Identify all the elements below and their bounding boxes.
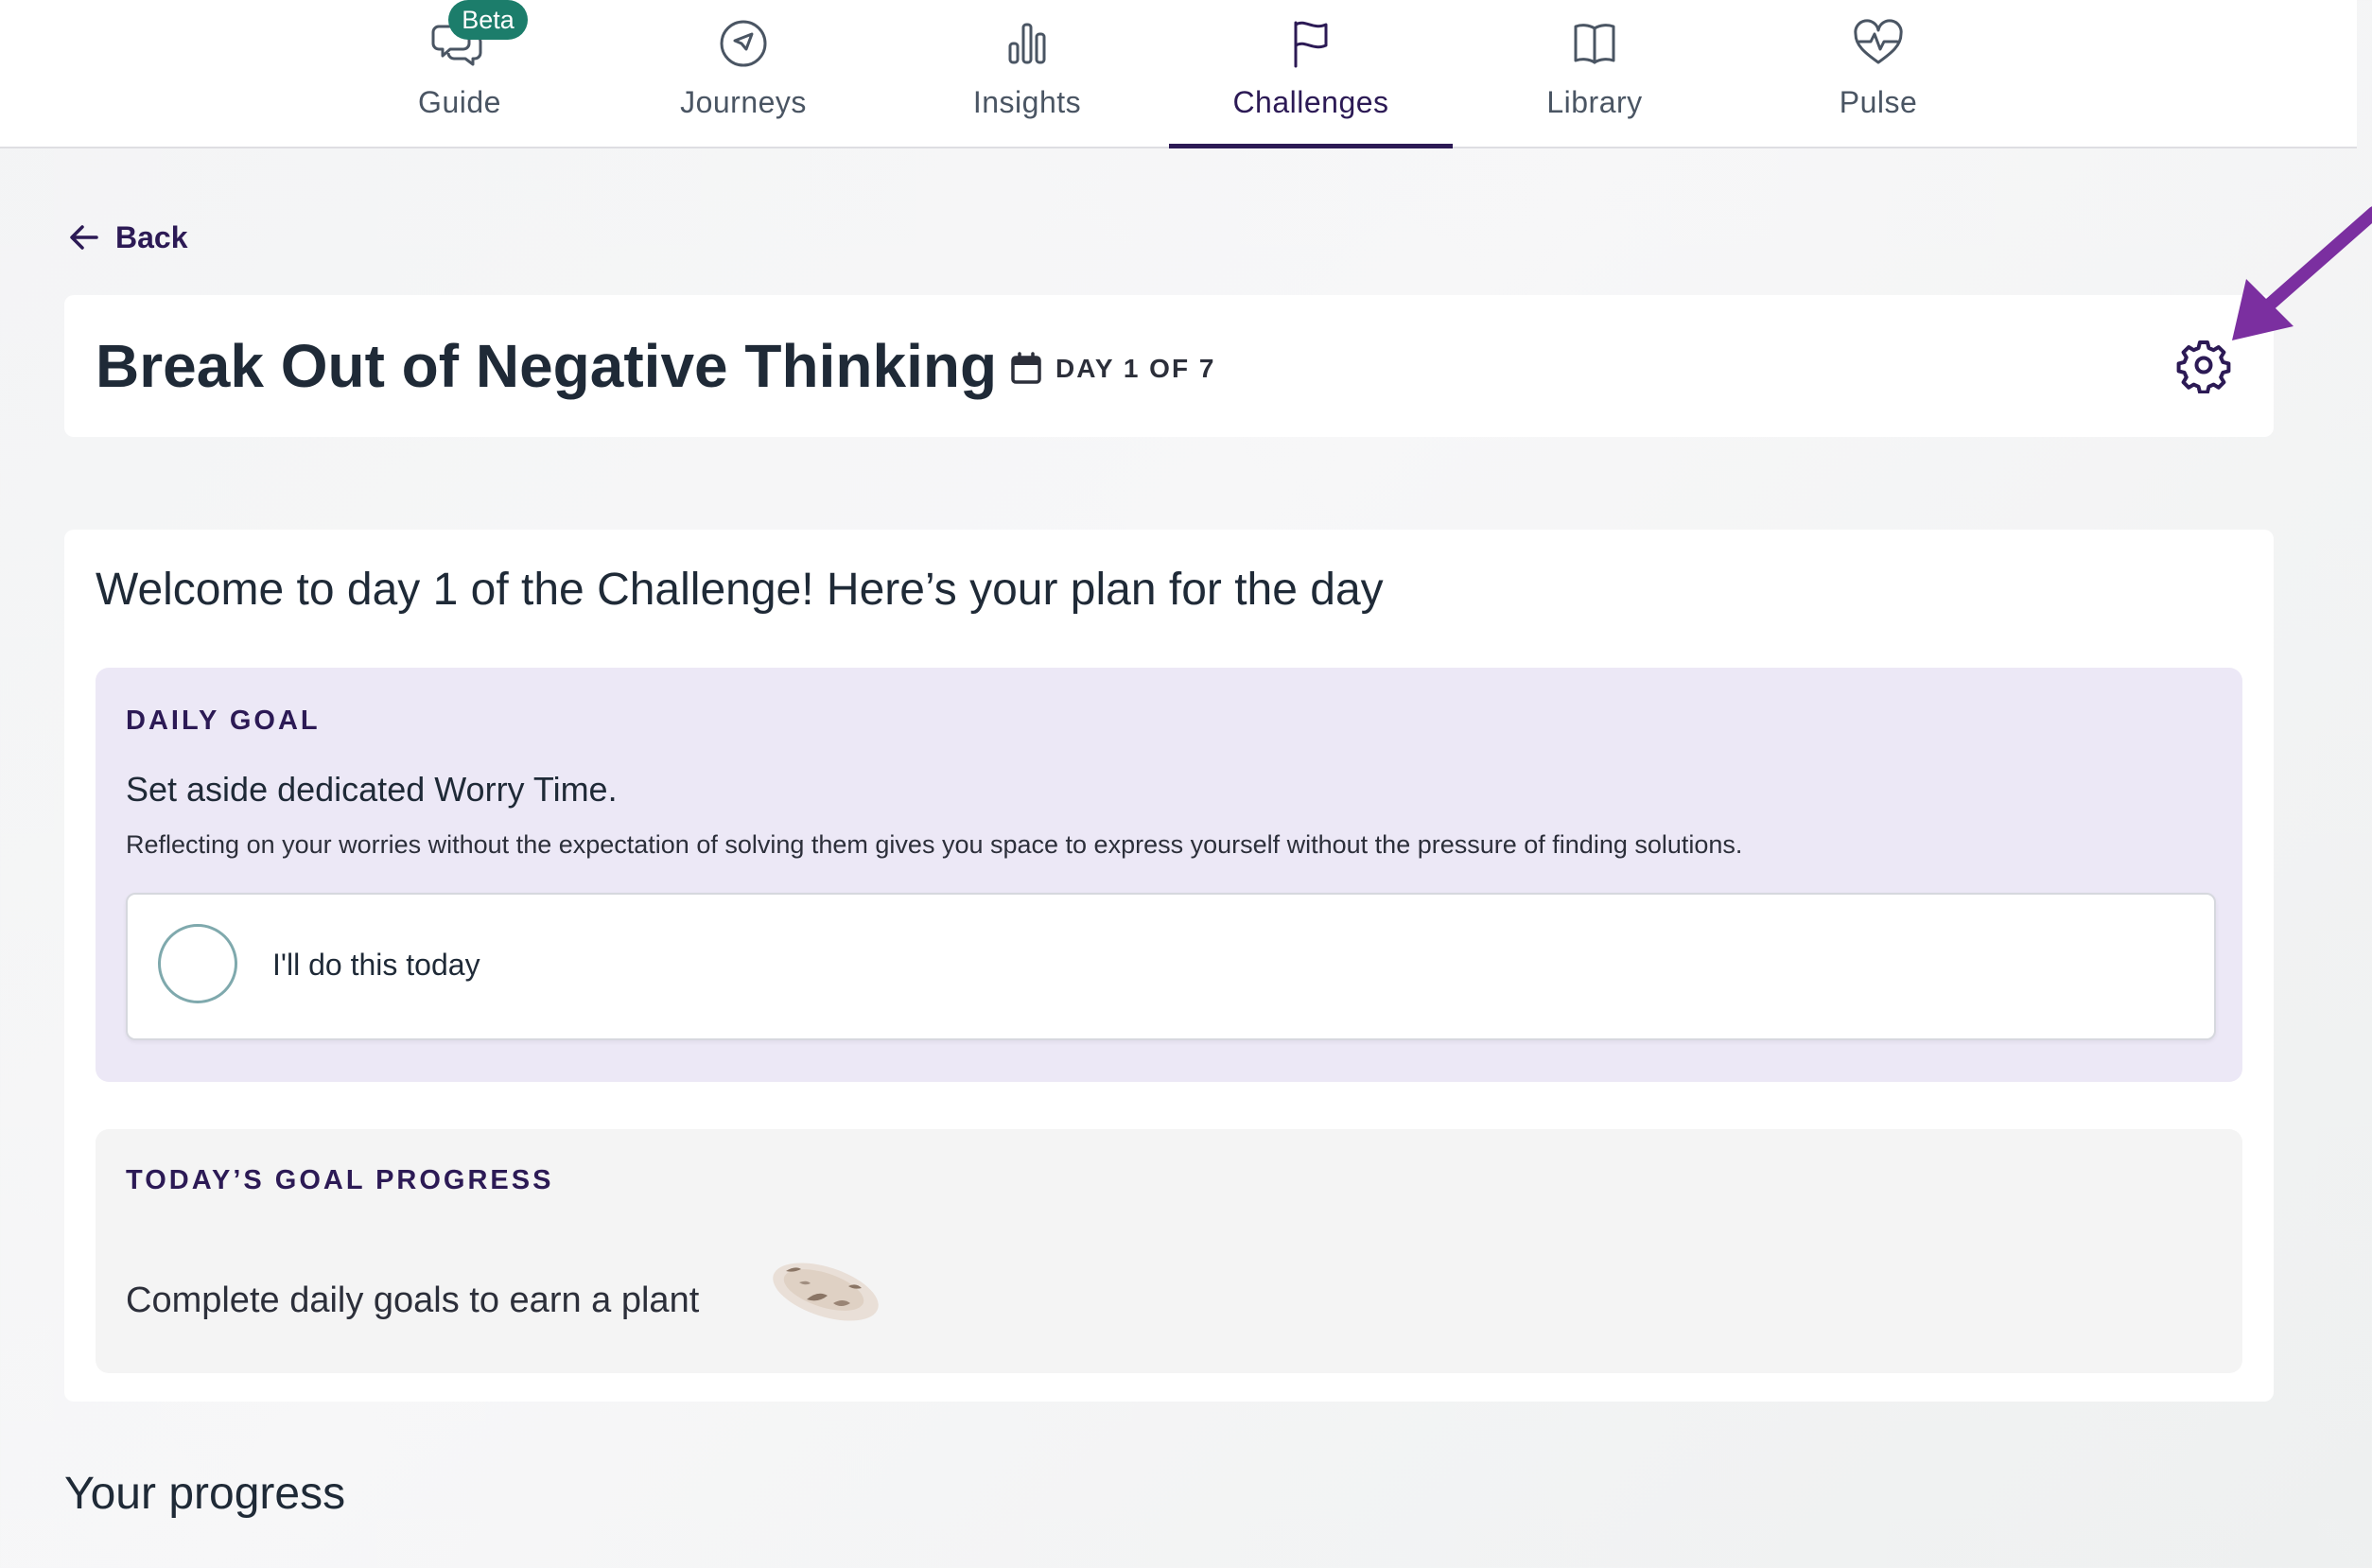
commit-checkbox[interactable]: [158, 924, 237, 1003]
tab-journeys-label: Journeys: [680, 85, 807, 119]
daily-goal-eyebrow: DAILY GOAL: [126, 706, 321, 736]
back-link[interactable]: Back: [68, 218, 188, 257]
calendar-icon: [1011, 352, 1041, 384]
goal-progress-panel: TODAY’S GOAL PROGRESS Complete daily goa…: [96, 1129, 2242, 1373]
tab-pulse-label: Pulse: [1839, 85, 1918, 119]
active-tab-indicator: [1169, 144, 1453, 148]
commit-label: I'll do this today: [272, 948, 480, 982]
goal-progress-text: Complete daily goals to earn a plant: [126, 1281, 700, 1320]
tab-challenges-label: Challenges: [1232, 85, 1389, 119]
book-icon: [1574, 24, 1615, 64]
daily-goal-title: Set aside dedicated Worry Time.: [126, 770, 618, 809]
flag-icon: [1294, 21, 1328, 68]
day-indicator: DAY 1 OF 7: [1010, 350, 1215, 388]
top-nav: Guide Beta Journeys Insights Challenges …: [0, 0, 2357, 148]
arrow-left-icon: [70, 225, 98, 250]
page-title: Break Out of Negative Thinking: [96, 332, 998, 400]
tab-library-label: Library: [1546, 85, 1643, 119]
day-label: DAY 1 OF 7: [1055, 354, 1216, 383]
daily-goal-panel: DAILY GOAL Set aside dedicated Worry Tim…: [96, 668, 2242, 1082]
tab-challenges[interactable]: Challenges: [1169, 0, 1453, 148]
seed-soil-icon: [773, 1263, 879, 1321]
tab-guide-label: Guide: [418, 85, 501, 119]
tab-insights[interactable]: Insights: [885, 0, 1169, 147]
beta-badge: Beta: [448, 0, 528, 40]
daily-plan-card: Welcome to day 1 of the Challenge! Here’…: [64, 530, 2274, 1402]
bar-chart-icon: [1008, 23, 1046, 64]
challenge-header-card: Break Out of Negative Thinking DAY 1 OF …: [64, 295, 2274, 437]
commit-checkbox-row[interactable]: I'll do this today: [126, 893, 2216, 1040]
goal-progress-eyebrow: TODAY’S GOAL PROGRESS: [126, 1165, 554, 1195]
your-progress-heading: Your progress: [64, 1469, 346, 1519]
heart-pulse-icon: [1854, 19, 1903, 64]
tab-journeys[interactable]: Journeys: [602, 0, 885, 147]
back-label: Back: [115, 219, 188, 254]
tab-insights-label: Insights: [972, 85, 1082, 119]
tab-pulse[interactable]: Pulse: [1736, 0, 2020, 147]
welcome-heading: Welcome to day 1 of the Challenge! Here’…: [96, 565, 1384, 615]
daily-goal-description: Reflecting on your worries without the e…: [126, 830, 1743, 859]
compass-icon: [720, 20, 767, 67]
tab-library[interactable]: Library: [1453, 0, 1736, 147]
annotation-arrow-icon: [2232, 206, 2372, 340]
